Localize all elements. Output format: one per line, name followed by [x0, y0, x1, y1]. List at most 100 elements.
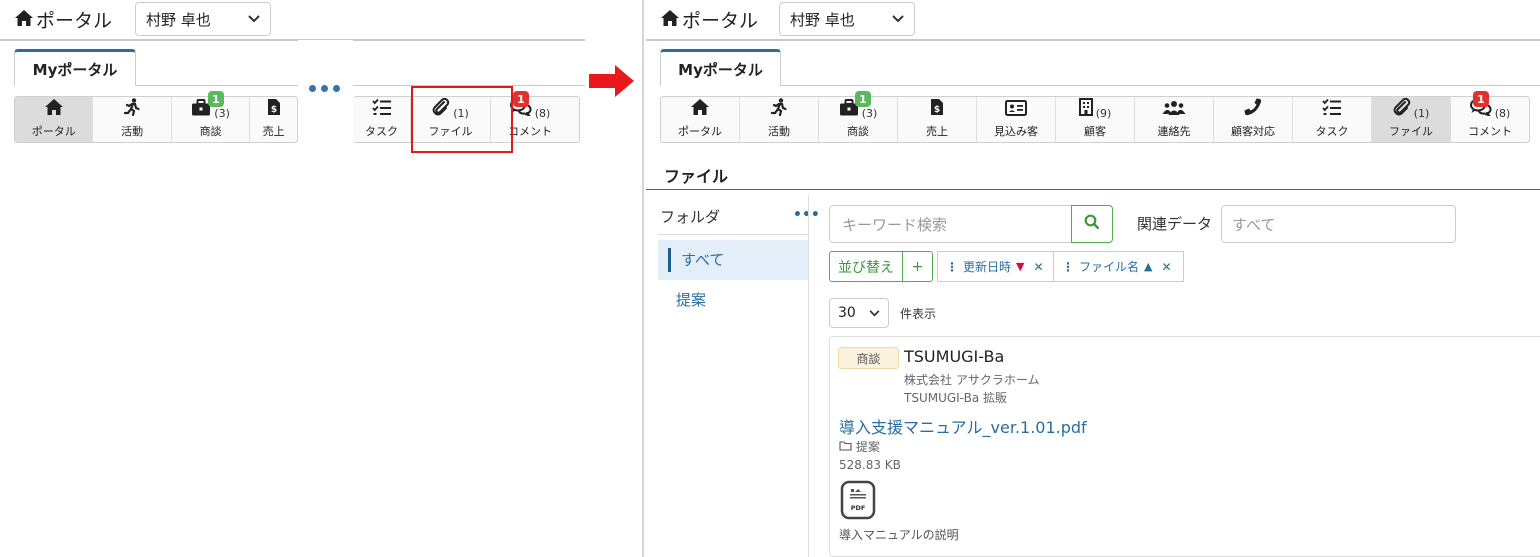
toolbar-item-home[interactable]: ポータル: [15, 97, 94, 142]
folder-icon: [839, 440, 852, 454]
toolbar-item-label: 売上: [262, 125, 285, 138]
drag-handle-icon[interactable]: ⋮: [946, 260, 958, 274]
toolbar-item-label: 商談: [847, 125, 869, 138]
tab-my-portal[interactable]: Myポータル: [14, 49, 136, 86]
folder-item-proposal[interactable]: 提案: [676, 289, 706, 310]
sort-chip-filename[interactable]: ⋮ ファイル名 ▲ ✕: [1054, 251, 1184, 282]
toolbar-item-label: ポータル: [31, 125, 76, 138]
id-card-icon: [1005, 100, 1027, 120]
home-icon: [44, 98, 64, 120]
count-label: (9): [1095, 107, 1112, 120]
toolbar-item-paperclip[interactable]: (1) ファイル: [1372, 97, 1451, 142]
per-page-select[interactable]: 30: [829, 298, 889, 328]
search-button[interactable]: [1071, 205, 1113, 243]
toolbar-item-label: 売上: [926, 125, 948, 138]
task-list-icon: [1322, 98, 1342, 120]
tab-underline: [781, 85, 1540, 86]
toolbar-item-briefcase[interactable]: (3) 商談 1: [819, 91, 898, 142]
file-size: 528.83 KB: [839, 458, 901, 472]
user-select[interactable]: 村野 卓也: [135, 2, 271, 36]
toolbar-item-label: 顧客: [1084, 125, 1106, 138]
sort-button[interactable]: 並び替え: [829, 251, 903, 282]
folder-divider: [658, 234, 808, 235]
svg-text:PDF: PDF: [851, 504, 866, 512]
count-label: (3): [861, 107, 878, 120]
toolbar-item-label: タスク: [1315, 125, 1349, 138]
tab-underline: [136, 85, 585, 86]
running-icon: [770, 98, 787, 120]
highlight-box: [411, 86, 513, 153]
toolbar-item-phone[interactable]: 顧客対応: [1214, 97, 1293, 142]
add-sort-button[interactable]: +: [902, 251, 933, 282]
building-icon: [1078, 98, 1093, 120]
panel-divider: [642, 0, 644, 557]
running-icon: [124, 98, 140, 120]
keyword-search-input[interactable]: キーワード検索: [829, 205, 1072, 243]
home-icon: [690, 98, 710, 120]
company-name: 株式会社 アサクラホーム: [904, 373, 1040, 387]
paperclip-icon: [1393, 97, 1411, 120]
toolbar-item-briefcase[interactable]: (3) 商談 1: [172, 91, 251, 142]
search-icon: [1084, 214, 1100, 234]
deal-name: TSUMUGI-Ba 拡販: [904, 391, 1008, 405]
toolbar-item-id-card[interactable]: 見込み客: [977, 97, 1056, 142]
folder-heading: フォルダ: [660, 208, 721, 226]
count-label: (8): [1494, 107, 1511, 120]
tab-my-portal[interactable]: Myポータル: [660, 49, 781, 86]
toolbar-item-building[interactable]: (9) 顧客: [1056, 97, 1135, 142]
svg-text:$: $: [934, 105, 940, 115]
related-data-label: 関連データ: [1137, 215, 1213, 233]
user-select[interactable]: 村野 卓也: [779, 2, 915, 36]
portal-title: ポータル: [660, 6, 758, 33]
count-label: (3): [214, 107, 230, 120]
header-divider: [646, 39, 1540, 41]
toolbar-item-label: コメント: [508, 125, 552, 138]
notification-badge: 1: [1473, 91, 1489, 107]
drag-handle-icon[interactable]: ⋮: [1062, 260, 1074, 274]
portal-title: ポータル: [14, 6, 112, 33]
toolbar-item-invoice[interactable]: $ 売上: [250, 97, 297, 142]
chevron-down-icon: [869, 305, 880, 321]
sort-asc-icon[interactable]: ▲: [1144, 260, 1152, 273]
sort-chip-updated[interactable]: ⋮ 更新日時 ▼ ✕: [937, 251, 1054, 282]
toolbar-item-label: 見込み客: [994, 125, 1038, 138]
section-title: ファイル: [664, 167, 729, 186]
toolbar-item-label: 連絡先: [1157, 125, 1191, 138]
file-name-link[interactable]: 導入支援マニュアル_ver.1.01.pdf: [839, 414, 1087, 438]
remove-sort-icon[interactable]: ✕: [1033, 260, 1043, 274]
toolbar-item-invoice[interactable]: $ 売上: [898, 97, 977, 142]
toolbar-item-label: 商談: [199, 125, 222, 138]
invoice-icon: $: [267, 98, 281, 120]
section-underline: [646, 189, 1540, 190]
arrow-right-icon: [589, 64, 635, 102]
users-icon: [1162, 100, 1186, 120]
folder-menu-icon[interactable]: •••: [793, 207, 820, 223]
related-data-select[interactable]: すべて: [1221, 205, 1456, 243]
toolbar-item-task-list[interactable]: タスク: [353, 97, 411, 142]
pdf-file-icon[interactable]: PDF: [840, 480, 876, 524]
toolbar-item-label: コメント: [1468, 125, 1512, 138]
file-description: 導入マニュアルの説明: [839, 528, 959, 542]
toolbar-item-comments[interactable]: (8) コメント 1: [1451, 91, 1529, 142]
notification-badge: 1: [855, 91, 871, 107]
toolbar-item-users[interactable]: 連絡先: [1135, 97, 1214, 142]
toolbar-item-home[interactable]: ポータル: [661, 97, 740, 142]
notification-badge: 1: [513, 91, 529, 107]
file-folder: 提案: [839, 438, 880, 455]
count-label: (1): [1413, 107, 1430, 120]
module-toolbar: ポータル 活動 (3) 商談 1 $ 売上: [14, 91, 298, 143]
toolbar-item-task-list[interactable]: タスク: [1293, 97, 1372, 142]
toolbar-item-label: ポータル: [678, 125, 722, 138]
home-icon: [660, 8, 680, 32]
sort-desc-icon[interactable]: ▼: [1016, 260, 1024, 273]
remove-sort-icon[interactable]: ✕: [1161, 260, 1171, 274]
toolbar-item-running[interactable]: 活動: [93, 97, 172, 142]
folder-item-all[interactable]: すべて: [658, 240, 808, 280]
task-list-icon: [371, 98, 392, 120]
toolbar-item-label: 活動: [768, 125, 790, 138]
ellipsis-icon: [309, 85, 340, 92]
record-title[interactable]: TSUMUGI-Ba: [904, 347, 1004, 366]
chevron-down-icon: [892, 13, 904, 26]
toolbar-item-running[interactable]: 活動: [740, 97, 819, 142]
phone-icon: [1244, 98, 1262, 120]
